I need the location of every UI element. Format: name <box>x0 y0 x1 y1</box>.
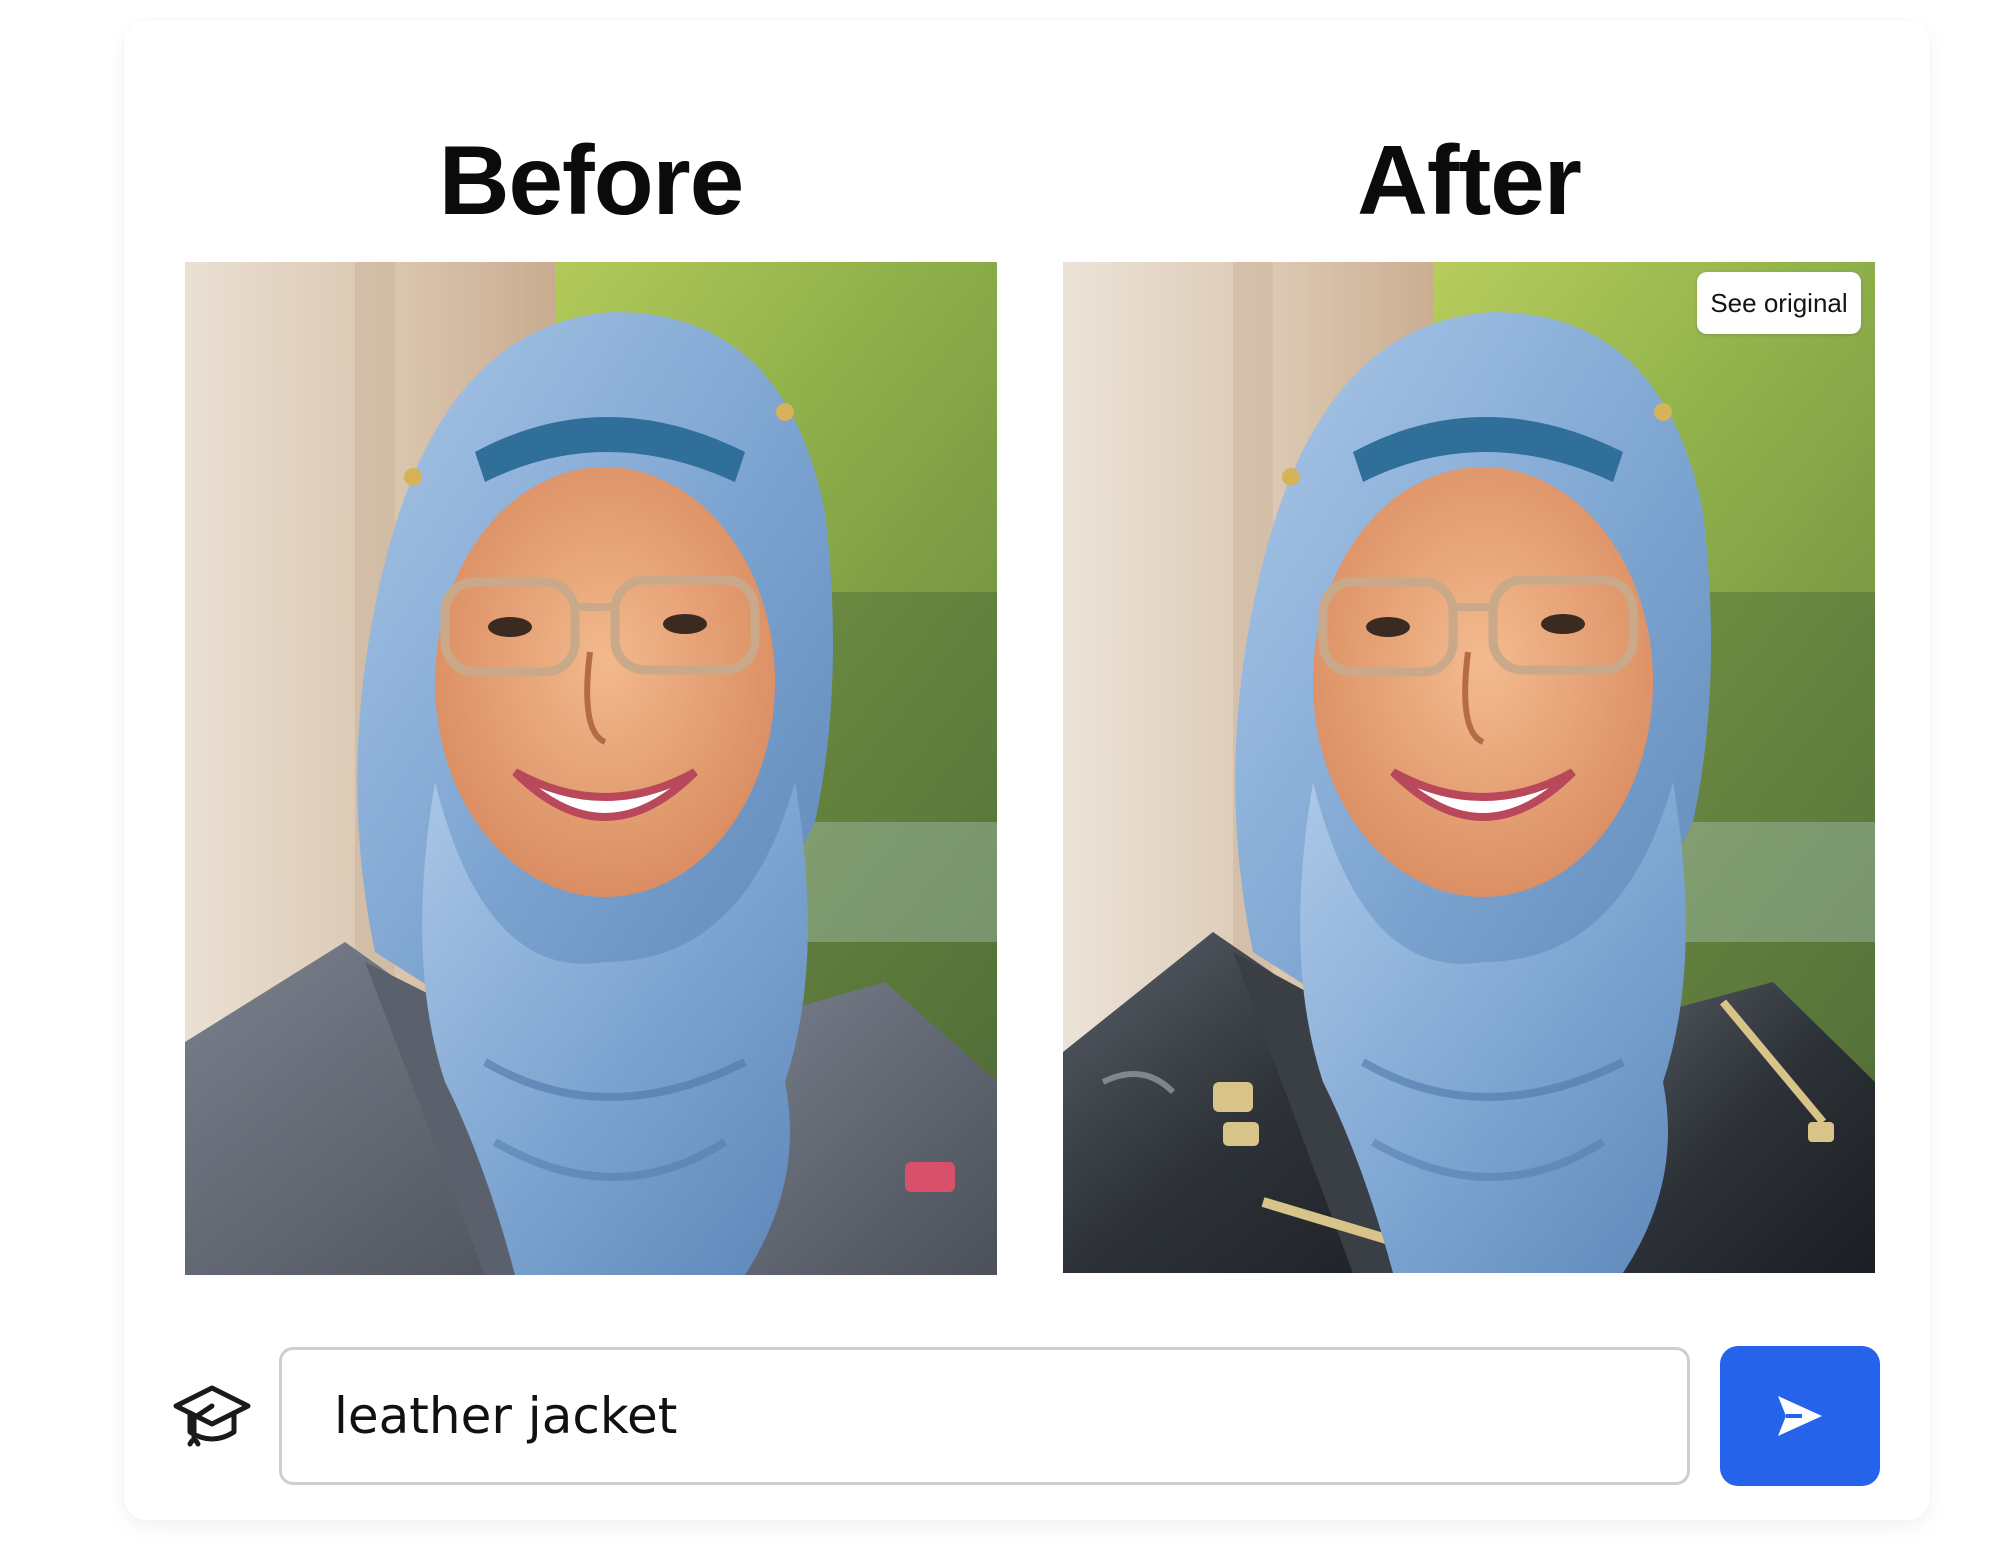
before-heading: Before <box>438 125 744 235</box>
before-photo <box>185 262 997 1275</box>
graduation-cap-icon[interactable] <box>170 1378 254 1454</box>
prompt-input[interactable] <box>279 1347 1690 1485</box>
after-photo <box>1063 262 1875 1273</box>
send-button[interactable] <box>1720 1346 1880 1486</box>
send-arrow-icon <box>1778 1396 1822 1436</box>
see-original-button[interactable]: See original <box>1697 272 1861 334</box>
after-heading: After <box>1357 125 1582 235</box>
